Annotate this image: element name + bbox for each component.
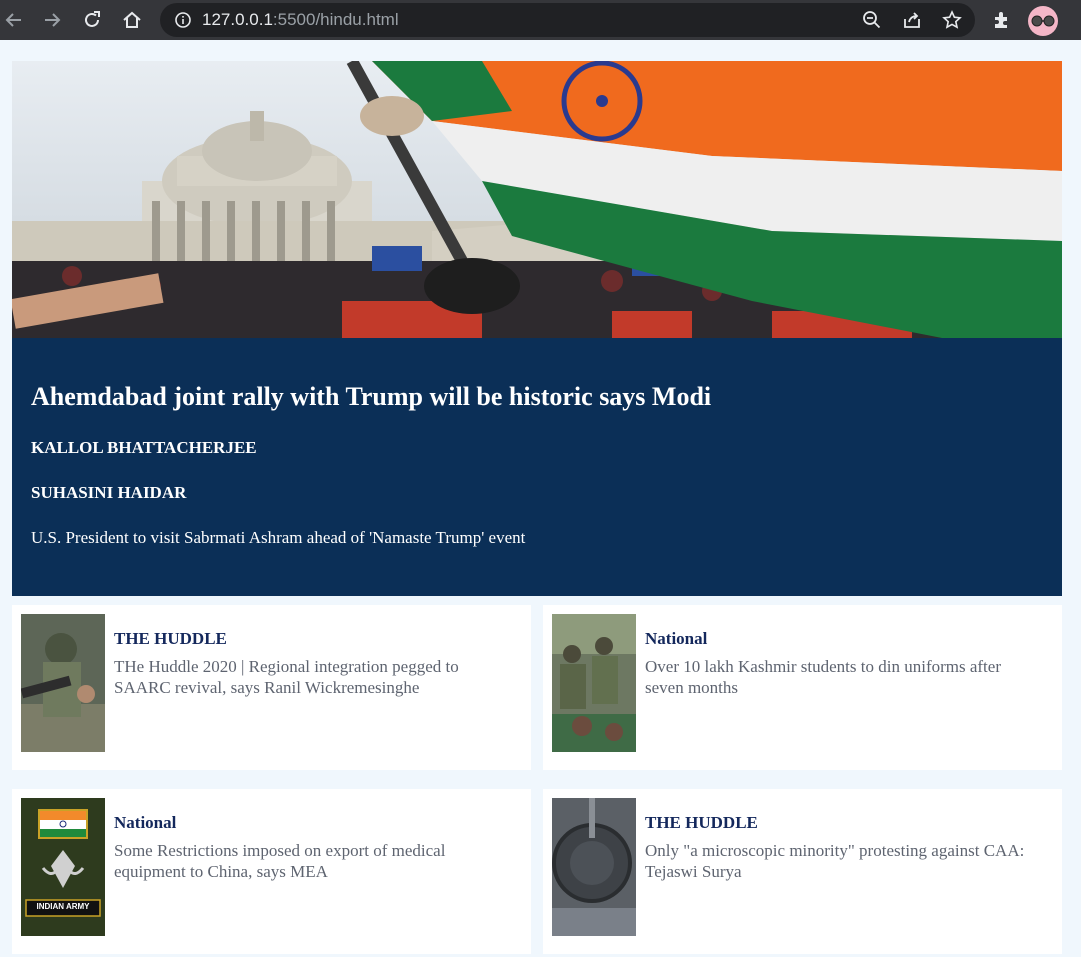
- hero-panel: Ahemdabad joint rally with Trump will be…: [12, 338, 1062, 596]
- card-category[interactable]: THE HUDDLE: [645, 813, 758, 833]
- thumbnail-label: INDIAN ARMY: [36, 902, 90, 911]
- hero-author: SUHASINI HAIDAR: [31, 483, 187, 502]
- card-headline[interactable]: Some Restrictions imposed on export of m…: [114, 840, 499, 882]
- url-path: :5500/hindu.html: [272, 10, 399, 29]
- hero-summary: U.S. President to visit Sabrmati Ashram …: [31, 528, 526, 547]
- zoom-icon[interactable]: [859, 7, 885, 33]
- forward-arrow-icon[interactable]: [38, 6, 66, 34]
- home-icon[interactable]: [118, 6, 146, 34]
- news-card[interactable]: INDIAN ARMY National Some Restrictions i…: [12, 789, 531, 954]
- hero-author: KALLOL BHATTACHERJEE: [31, 438, 257, 457]
- profile-avatar[interactable]: [1028, 6, 1058, 36]
- news-card[interactable]: THE HUDDLE THe Huddle 2020 | Regional in…: [12, 605, 531, 770]
- news-card[interactable]: THE HUDDLE Only "a microscopic minority"…: [543, 789, 1062, 954]
- back-arrow-icon[interactable]: [0, 6, 28, 34]
- card-category[interactable]: National: [114, 813, 176, 833]
- card-thumbnail[interactable]: [552, 614, 636, 752]
- card-category[interactable]: THE HUDDLE: [114, 629, 227, 649]
- url-text[interactable]: 127.0.0.1:5500/hindu.html: [202, 10, 399, 30]
- card-category[interactable]: National: [645, 629, 707, 649]
- card-headline[interactable]: Only "a microscopic minority" protesting…: [645, 840, 1030, 882]
- address-bar[interactable]: 127.0.0.1:5500/hindu.html: [160, 3, 975, 37]
- card-thumbnail[interactable]: [552, 798, 636, 936]
- browser-toolbar: 127.0.0.1:5500/hindu.html: [0, 0, 1081, 40]
- url-host: 127.0.0.1: [202, 10, 273, 29]
- hero-headline[interactable]: Ahemdabad joint rally with Trump will be…: [31, 382, 711, 412]
- bookmark-star-icon[interactable]: [939, 7, 965, 33]
- card-headline[interactable]: THe Huddle 2020 | Regional integration p…: [114, 656, 499, 698]
- card-thumbnail[interactable]: [21, 614, 105, 752]
- hero-image[interactable]: [12, 61, 1062, 338]
- card-headline[interactable]: Over 10 lakh Kashmir students to din uni…: [645, 656, 1030, 698]
- reload-icon[interactable]: [78, 6, 106, 34]
- info-icon[interactable]: [170, 7, 196, 33]
- share-icon[interactable]: [899, 7, 925, 33]
- card-thumbnail[interactable]: INDIAN ARMY: [21, 798, 105, 936]
- news-card[interactable]: National Over 10 lakh Kashmir students t…: [543, 605, 1062, 770]
- extensions-icon[interactable]: [988, 6, 1016, 34]
